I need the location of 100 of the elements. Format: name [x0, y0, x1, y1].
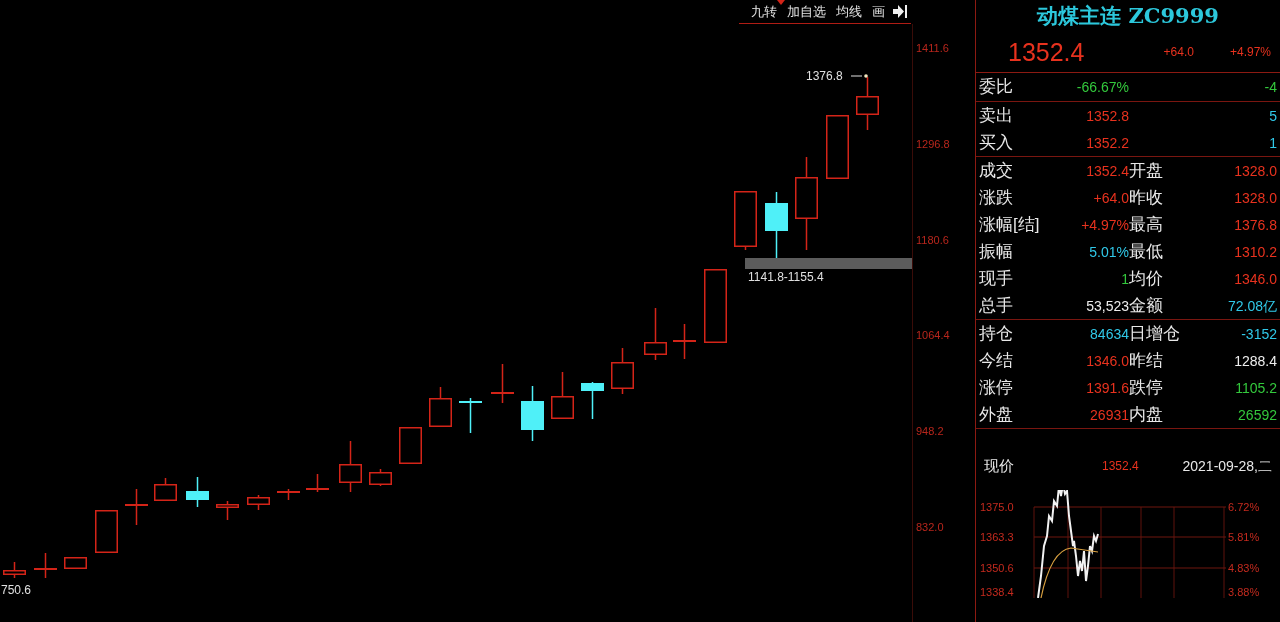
field-value: 1346.0	[1234, 269, 1277, 288]
field-label: 总手	[979, 295, 1013, 316]
toolbar-button[interactable]: 九转	[747, 1, 781, 22]
toolbar-button[interactable]: 均线	[832, 1, 866, 22]
axis-label: 5.81%	[1228, 531, 1260, 543]
field-label: 振幅	[979, 241, 1013, 262]
up-candle	[856, 76, 879, 131]
field-label: 卖出	[979, 105, 1013, 126]
up-candle	[429, 386, 452, 427]
field-value: 1310.2	[1234, 242, 1277, 261]
price-change: +64.0	[1163, 44, 1194, 61]
axis-label: 1411.6	[916, 42, 949, 54]
field-label: 昨收	[1129, 187, 1163, 208]
field-label: 买入	[979, 132, 1013, 153]
up-candle	[34, 552, 57, 579]
field-value: 1346.0	[1086, 351, 1129, 370]
field-label: 今结	[979, 350, 1013, 371]
field-label: 涨停	[979, 377, 1013, 398]
up-candle	[64, 557, 87, 569]
field-value: 1352.2	[1086, 133, 1129, 152]
field-value: 5.01%	[1089, 242, 1129, 261]
up-candle	[95, 510, 118, 553]
field-label: 最低	[1129, 241, 1163, 262]
field-value: 1352.8	[1086, 106, 1129, 125]
field-label: 现价	[984, 455, 1014, 476]
trade-date: 2021-09-28,二	[1182, 456, 1272, 476]
up-candle	[125, 488, 148, 526]
field-label: 均价	[1129, 268, 1163, 289]
arrow-to-bar-icon	[893, 5, 907, 18]
axis-label: 3.88%	[1228, 586, 1260, 598]
field-label: 日增仓	[1129, 323, 1180, 344]
field-label: 最高	[1129, 214, 1163, 235]
up-candle	[826, 115, 849, 179]
field-value: 1	[1121, 269, 1129, 288]
up-candle	[611, 347, 634, 395]
high-price-label: 1376.8	[806, 69, 843, 83]
field-value: 5	[1269, 106, 1277, 125]
field-value: +4.97%	[1081, 215, 1129, 234]
down-candle	[581, 381, 604, 420]
exit-button[interactable]	[891, 5, 909, 18]
field-label: 持仓	[979, 323, 1013, 344]
field-label: 现手	[979, 268, 1013, 289]
up-candle	[339, 440, 362, 493]
axis-label: 1064.4	[916, 329, 950, 342]
up-candle	[369, 468, 392, 487]
leader-line	[850, 74, 868, 78]
range-label: 1141.8-1155.4	[748, 270, 824, 284]
field-label: 昨结	[1129, 350, 1163, 371]
field-label: 外盘	[979, 404, 1013, 425]
toolbar-button[interactable]: 加自选	[783, 1, 830, 22]
axis-label: 4.83%	[1228, 562, 1260, 574]
axis-label: 1338.4	[980, 586, 1014, 598]
low-price-label: 750.6	[1, 583, 32, 597]
down-candle	[186, 476, 209, 508]
field-label: 涨幅[结]	[979, 214, 1040, 235]
field-value: 84634	[1090, 324, 1129, 343]
instrument-title: 动煤主连 ZC9999	[1037, 2, 1219, 30]
field-value: +64.0	[1093, 188, 1129, 207]
field-value: 1288.4	[1234, 351, 1277, 370]
up-candle	[673, 323, 696, 360]
field-value: 1328.0	[1234, 188, 1277, 207]
up-candle	[277, 488, 300, 501]
field-label: 委比	[979, 77, 1013, 97]
field-label: 跌停	[1129, 377, 1163, 398]
field-value: 72.08亿	[1227, 296, 1277, 315]
field-value: 1105.2	[1235, 378, 1277, 397]
marker-icon	[777, 0, 785, 5]
field-label: 开盘	[1129, 160, 1163, 181]
field-value: 26931	[1090, 405, 1129, 424]
field-label: 成交	[979, 160, 1013, 181]
toolbar-button[interactable]: 画	[868, 1, 889, 22]
up-candle	[216, 500, 239, 521]
change-percent: +4.97%	[1229, 44, 1271, 61]
last-price: 1352.4	[1008, 37, 1085, 67]
axis-label: 1296.8	[916, 137, 950, 150]
field-value: -4	[1264, 78, 1277, 96]
axis-label: 1375.0	[980, 501, 1014, 513]
field-value: -3152	[1241, 324, 1277, 343]
down-candle	[765, 191, 788, 259]
axis-label: 948.2	[916, 425, 944, 438]
axis-label: 1350.6	[980, 562, 1014, 574]
down-candle	[521, 385, 544, 442]
average-line	[1040, 547, 1099, 598]
axis-label: 1180.6	[916, 233, 949, 246]
field-value: 1352.4	[1086, 161, 1129, 180]
current-price: 1352.4	[1102, 458, 1139, 475]
field-value: 53,523	[1086, 296, 1129, 315]
up-candle	[247, 494, 270, 511]
axis-label: 1363.3	[980, 531, 1014, 543]
up-candle	[551, 371, 574, 419]
field-value: 1376.8	[1234, 215, 1277, 234]
field-label: 涨跌	[979, 187, 1013, 208]
field-value: 1328.0	[1234, 161, 1277, 180]
field-label: 内盘	[1129, 404, 1163, 425]
field-value: 1391.6	[1086, 378, 1129, 397]
field-value: -66.67%	[1076, 78, 1129, 96]
up-candle	[306, 473, 329, 493]
up-candle	[154, 477, 177, 501]
up-candle	[644, 307, 667, 361]
field-value: 26592	[1238, 405, 1277, 424]
